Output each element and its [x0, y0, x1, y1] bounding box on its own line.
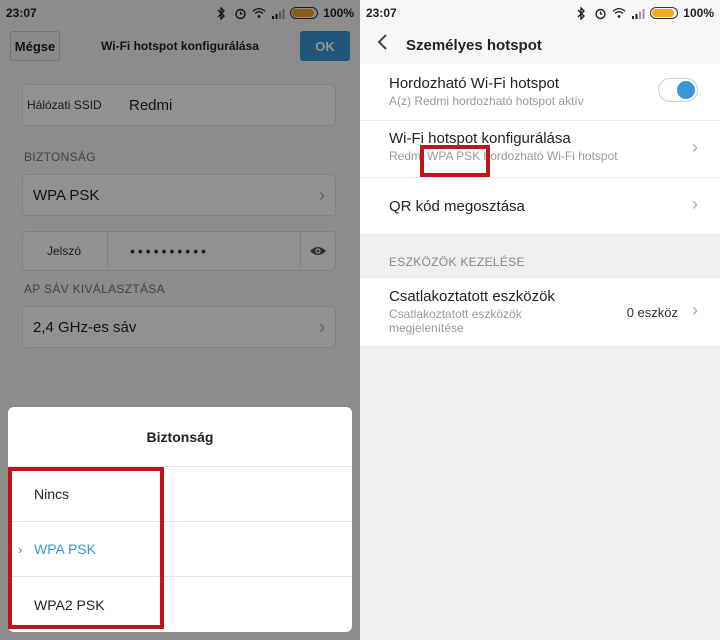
hotspot-header: Személyes hotspot: [360, 26, 720, 64]
hotspot-settings-card: Hordozható Wi-Fi hotspot A(z) Redmi hord…: [360, 64, 720, 234]
devices-section-label: ESZKÖZÖK KEZELÉSE: [389, 255, 525, 269]
connected-devices-title: Csatlakoztatott eszközök: [389, 288, 555, 305]
page-title: Személyes hotspot: [406, 36, 542, 54]
chevron-right-icon: ›: [692, 194, 698, 214]
sheet-title: Biztonság: [8, 407, 352, 467]
devices-card: Csatlakoztatott eszközök Csatlakoztatott…: [360, 278, 720, 346]
signal-icon: [631, 6, 645, 20]
battery-icon: [650, 7, 679, 19]
highlight-box: [420, 145, 490, 177]
hotspot-toggle[interactable]: [658, 78, 698, 102]
qr-share-row[interactable]: QR kód megosztása ›: [360, 178, 720, 234]
qr-share-title: QR kód megosztása: [389, 197, 525, 215]
alarm-icon: [593, 6, 607, 20]
portable-hotspot-row[interactable]: Hordozható Wi-Fi hotspot A(z) Redmi hord…: [360, 64, 720, 121]
chevron-right-icon: ›: [692, 300, 698, 320]
back-arrow-icon[interactable]: [376, 33, 396, 57]
bluetooth-icon: [574, 6, 588, 20]
configure-hotspot-row[interactable]: Wi-Fi hotspot konfigurálása Redmi WPA PS…: [360, 121, 720, 178]
left-screen: 23:07 100% Mégse Wi-Fi hotspot konfigurá…: [0, 0, 360, 640]
status-bar: 23:07 100%: [360, 0, 720, 26]
status-time: 23:07: [366, 6, 397, 20]
right-screen: 23:07 100% Személyes hotspot Hordozható …: [360, 0, 720, 640]
wifi-icon: [612, 6, 626, 20]
connected-devices-row[interactable]: Csatlakoztatott eszközök Csatlakoztatott…: [360, 278, 720, 346]
highlight-box: [8, 467, 164, 629]
connected-devices-subtitle: Csatlakoztatott eszközök megjelenítése: [389, 307, 522, 335]
battery-percent: 100%: [683, 6, 714, 20]
chevron-right-icon: ›: [692, 137, 698, 157]
device-count: 0 eszköz: [626, 305, 678, 320]
